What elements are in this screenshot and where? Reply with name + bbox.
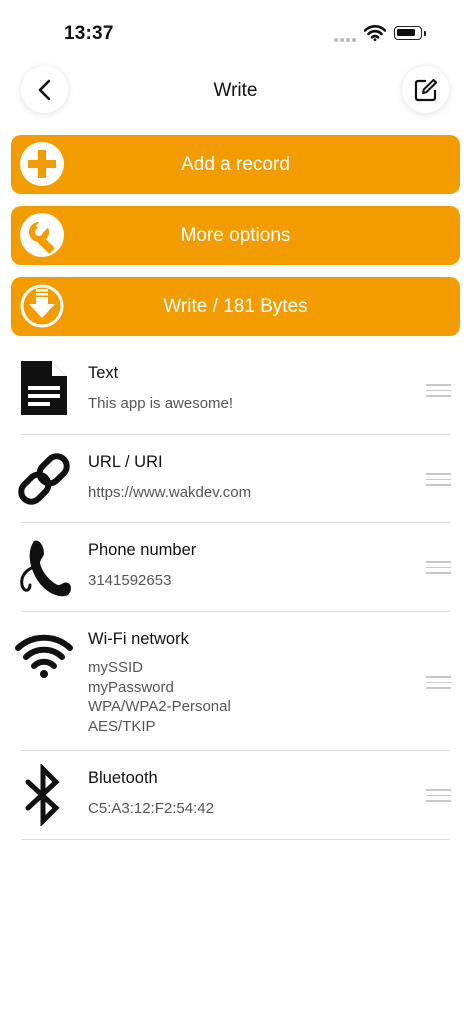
record-icon-container: [14, 626, 74, 686]
list-item-text[interactable]: Text This app is awesome!: [0, 352, 471, 434]
wifi-icon: [15, 634, 73, 678]
status-bar: 13:37: [0, 0, 471, 60]
record-title: URL / URI: [88, 453, 163, 471]
list-item-bluetooth[interactable]: Bluetooth C5:A3:12:F2:54:42: [0, 757, 471, 839]
list-item-wifi[interactable]: Wi-Fi network mySSID myPassword WPA/WPA2…: [0, 618, 471, 750]
record-details: C5:A3:12:F2:54:42: [88, 799, 214, 819]
record-icon-container: [14, 537, 74, 597]
record-title: Phone number: [88, 541, 197, 559]
battery-cap: [424, 31, 426, 36]
record-detail-line: AES/TKIP: [88, 717, 156, 735]
drag-handle[interactable]: [426, 676, 451, 690]
record-detail-line: WPA/WPA2-Personal: [88, 698, 231, 715]
edit-note-icon: [414, 78, 437, 101]
record-details: mySSID myPassword WPA/WPA2-Personal AES/…: [88, 658, 231, 736]
add-record-button[interactable]: Add a record: [11, 135, 460, 194]
divider: [21, 839, 450, 840]
record-icon-container: [14, 764, 74, 826]
write-label: Write / 181 Bytes: [163, 296, 308, 317]
record-details: This app is awesome!: [88, 394, 233, 414]
page-title: Write: [213, 80, 258, 101]
record-icon-container: [14, 449, 74, 509]
record-detail-line: C5:A3:12:F2:54:42: [88, 800, 214, 817]
more-options-label: More options: [180, 225, 291, 246]
battery-icon: [394, 26, 422, 40]
drag-handle[interactable]: [426, 789, 451, 803]
record-icon-container: [14, 358, 74, 418]
document-icon: [21, 361, 67, 415]
cellular-signal-icon: [334, 38, 358, 44]
battery-level: [397, 29, 415, 36]
divider: [21, 522, 450, 523]
drag-handle[interactable]: [426, 473, 451, 487]
divider: [21, 434, 450, 435]
record-details: 3141592653: [88, 571, 171, 591]
record-detail-line: myPassword: [88, 678, 174, 696]
write-button[interactable]: Write / 181 Bytes: [11, 277, 460, 336]
link-icon: [18, 453, 70, 505]
drag-handle[interactable]: [426, 384, 451, 398]
record-detail-line: This app is awesome!: [88, 395, 234, 412]
record-title: Text: [88, 364, 119, 382]
wifi-status-icon: [364, 25, 386, 41]
drag-handle[interactable]: [426, 561, 451, 575]
divider: [21, 750, 450, 751]
more-options-button[interactable]: More options: [11, 206, 460, 265]
add-record-label: Add a record: [181, 154, 290, 175]
record-detail-line: mySSID: [88, 659, 144, 676]
edit-button[interactable]: [402, 66, 449, 113]
bluetooth-icon: [25, 764, 60, 826]
record-detail-line: https://www.wakdev.com: [88, 484, 252, 501]
divider: [21, 611, 450, 612]
record-title: Wi-Fi network: [88, 630, 189, 648]
list-item-phone[interactable]: Phone number 3141592653: [0, 529, 471, 611]
record-title: Bluetooth: [88, 769, 158, 787]
list-item-url[interactable]: URL / URI https://www.wakdev.com: [0, 441, 471, 523]
phone-icon: [20, 540, 71, 597]
status-time: 13:37: [64, 23, 114, 44]
record-detail-line: 3141592653: [88, 572, 172, 589]
record-details: https://www.wakdev.com: [88, 483, 251, 503]
